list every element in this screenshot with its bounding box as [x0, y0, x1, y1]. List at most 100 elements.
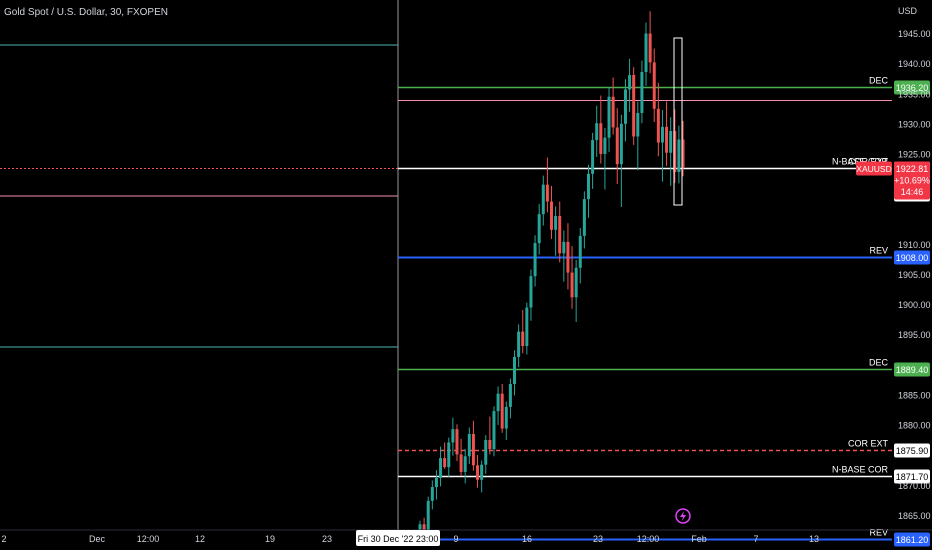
- candle-body: [430, 487, 434, 501]
- candle-body: [550, 201, 553, 230]
- time-tick-label: 19: [265, 534, 275, 544]
- current-price-change: +10.69%: [894, 176, 930, 186]
- candle-body: [607, 96, 611, 138]
- level-price-label: 1861.20: [896, 535, 929, 545]
- candle-body: [640, 72, 644, 113]
- time-tick-label: 13: [809, 534, 819, 544]
- level-price-label: 1908.00: [896, 253, 929, 263]
- candle-body: [517, 331, 521, 357]
- candle-body: [554, 215, 558, 230]
- candle-body: [660, 126, 664, 143]
- level-label: REV: [869, 528, 888, 538]
- candle-body: [558, 215, 562, 254]
- candle-body: [591, 140, 595, 174]
- time-tick-label: Dec: [89, 534, 106, 544]
- candle-body: [599, 123, 603, 154]
- candle-body: [677, 139, 681, 173]
- time-tick-label: 23: [322, 534, 332, 544]
- candle-body: [595, 123, 599, 141]
- candle-body: [636, 112, 640, 137]
- price-tick-label: 1925.00: [898, 150, 931, 160]
- candle-body: [545, 184, 549, 202]
- candle-body: [603, 137, 607, 154]
- candle-body: [459, 454, 463, 472]
- candle-body: [467, 434, 471, 457]
- price-tick-label: 1880.00: [898, 421, 931, 431]
- candle-body: [533, 243, 537, 277]
- level-label: REV: [869, 246, 888, 256]
- candle-body: [447, 442, 451, 468]
- candle-body: [574, 267, 578, 298]
- price-tick-label: 1870.00: [898, 481, 931, 491]
- crosshair-time-label: Fri 30 Dec '22 23:00: [358, 534, 439, 544]
- candle-body: [632, 75, 636, 137]
- candle-body: [566, 241, 570, 273]
- candle-body: [537, 214, 541, 244]
- level-price-label: 1875.90: [896, 446, 929, 456]
- level-price-label: 1889.40: [896, 365, 929, 375]
- price-tick-label: 1885.00: [898, 390, 931, 400]
- candle-body: [648, 33, 652, 63]
- level-label: N-BASE COR: [832, 465, 889, 475]
- candle-body: [504, 406, 508, 429]
- candle-body: [488, 440, 492, 450]
- candle-body: [500, 393, 504, 429]
- symbol-title: Gold Spot / U.S. Dollar, 30, FXOPEN: [4, 7, 168, 18]
- candle-body: [619, 123, 623, 165]
- candle-body: [492, 411, 496, 450]
- candle-body: [541, 184, 545, 215]
- candle-body: [521, 331, 525, 347]
- candle-body: [652, 62, 656, 109]
- candle-body: [615, 127, 619, 165]
- candle-body: [426, 500, 430, 534]
- candle-body: [451, 429, 455, 443]
- candle-body: [570, 272, 574, 298]
- time-tick-label: 7: [753, 534, 758, 544]
- price-tick-label: 1935.00: [898, 89, 931, 99]
- price-tick-label: 1945.00: [898, 29, 931, 39]
- candle-body: [611, 96, 615, 128]
- axis-unit-label: USD: [898, 6, 918, 16]
- time-tick-label: 16: [522, 534, 532, 544]
- time-tick-label: Feb: [691, 534, 707, 544]
- level-label: DEC: [869, 358, 889, 368]
- candle-body: [628, 75, 632, 90]
- candle-body: [471, 434, 475, 466]
- candle-body: [439, 458, 443, 478]
- candle-body: [484, 440, 488, 465]
- candle-body: [623, 89, 627, 124]
- price-tick-label: 1895.00: [898, 330, 931, 340]
- candle-body: [513, 356, 517, 385]
- candle-body: [476, 465, 480, 480]
- time-tick-label: 12:00: [137, 534, 160, 544]
- candle-body: [656, 108, 660, 143]
- candle-body: [669, 131, 673, 153]
- symbol-tag-text: XAUUSD: [856, 164, 891, 174]
- candle-body: [443, 458, 447, 468]
- time-tick-label: 9: [453, 534, 458, 544]
- candle-body: [455, 429, 459, 455]
- price-tick-label: 1910.00: [898, 240, 931, 250]
- candle-body: [582, 199, 586, 236]
- candle-body: [496, 393, 500, 412]
- level-label: COR EXT: [848, 439, 889, 449]
- price-tick-label: 1930.00: [898, 119, 931, 129]
- candle-body: [665, 126, 669, 153]
- candle-body: [525, 307, 529, 347]
- candle-body: [529, 276, 533, 308]
- time-tick-label: 12:00: [637, 534, 660, 544]
- candle-body: [463, 456, 467, 472]
- time-tick-label: 23: [593, 534, 603, 544]
- price-tick-label: 1940.00: [898, 59, 931, 69]
- candle-body: [586, 173, 590, 200]
- time-tick-label: 12: [195, 534, 205, 544]
- price-tick-label: 1865.00: [898, 511, 931, 521]
- level-label: DEC: [869, 76, 889, 86]
- time-tick-label: 2: [1, 534, 6, 544]
- candle-body: [644, 33, 648, 73]
- price-tick-label: 1900.00: [898, 300, 931, 310]
- chart-canvas[interactable]: DECCOR EXTN-BASE CORREVDECCOR EXTN-BASE …: [0, 0, 932, 550]
- candle-body: [562, 241, 566, 254]
- price-tick-label: 1905.00: [898, 270, 931, 280]
- candle-body: [434, 477, 438, 487]
